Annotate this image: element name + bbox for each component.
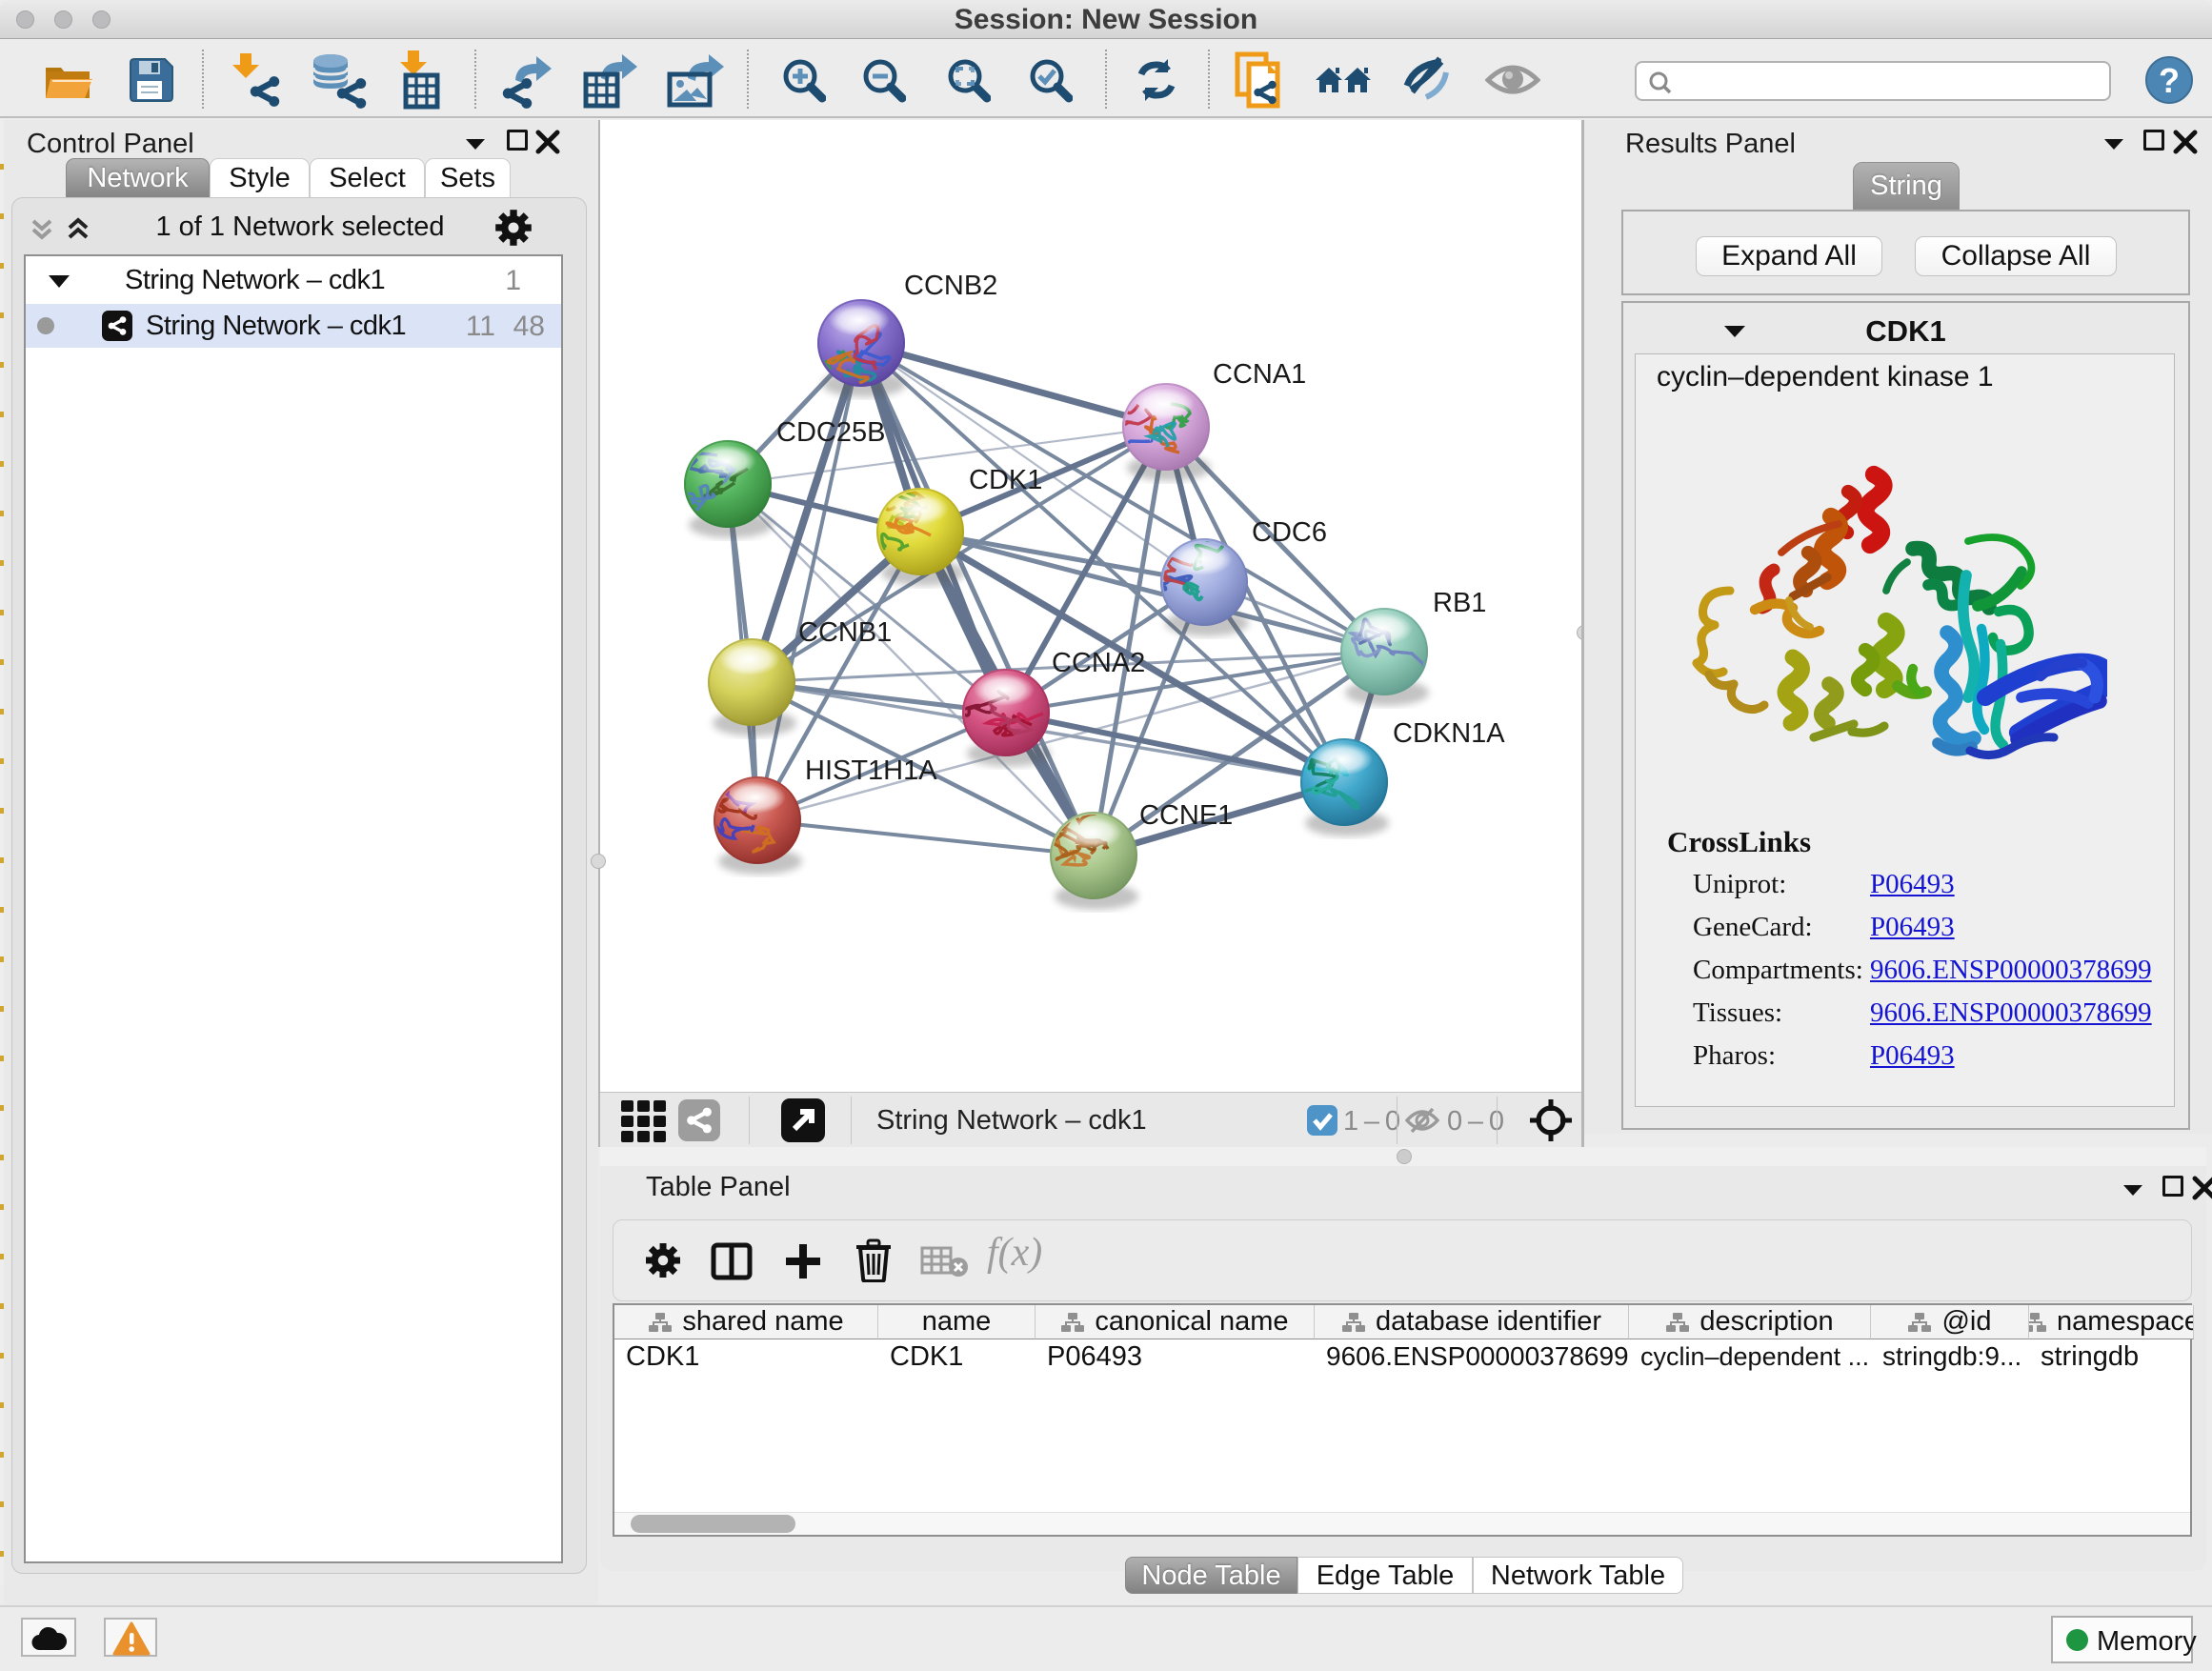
svg-text:CDC6: CDC6 (1252, 517, 1327, 548)
svg-text:CCNB1: CCNB1 (798, 617, 892, 648)
svg-text:HIST1H1A: HIST1H1A (805, 755, 937, 786)
svg-text:CCNA2: CCNA2 (1052, 648, 1145, 678)
svg-text:CDC25B: CDC25B (776, 417, 885, 448)
svg-text:CDKN1A: CDKN1A (1393, 718, 1505, 749)
svg-text:CDK1: CDK1 (969, 465, 1042, 495)
svg-text:CCNB2: CCNB2 (904, 271, 997, 301)
svg-text:CCNE1: CCNE1 (1139, 800, 1233, 831)
svg-text:RB1: RB1 (1433, 588, 1486, 618)
svg-text:CCNA1: CCNA1 (1213, 359, 1306, 390)
